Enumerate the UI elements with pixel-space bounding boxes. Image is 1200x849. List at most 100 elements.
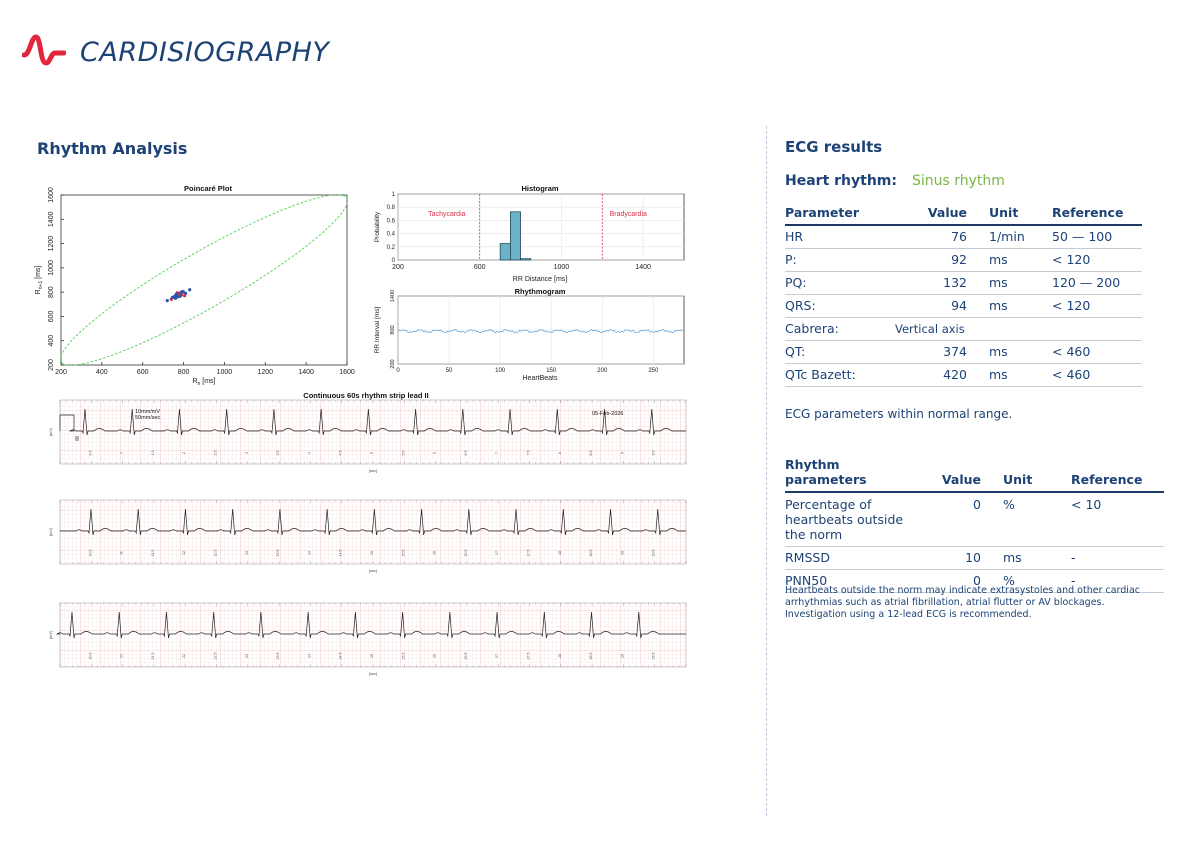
ecg-time-tick-label: 8.5 [589, 451, 593, 456]
poincare-plot: Poincaré Plot 200200 400 400 600 600 800 800 10… [35, 184, 355, 387]
rhythmogram-xtick-label: 100 [495, 368, 506, 374]
poincare-ytick-label: 600 [48, 310, 55, 322]
ecg-time-tick-label: 28.5 [589, 653, 593, 660]
table-row: P: 92 ms < 120 [785, 248, 1142, 272]
histogram-chart: Histogram 200 600 1000 140000.20.40.60.81 T… [374, 184, 685, 283]
ecg-time-tick-label: 6.5 [464, 451, 468, 456]
ecg-time-tick-label: 1 [120, 452, 124, 454]
rhythmogram-title: Rhythmogram [515, 287, 566, 296]
poincare-point [170, 296, 174, 300]
ecg-time-tick-label: 18.5 [589, 550, 593, 557]
table-header-row: Parameter Value Unit Reference [785, 201, 1142, 226]
ecg-time-tick-label: 28 [558, 654, 562, 658]
ecg-unit-y: [mV] [49, 428, 53, 436]
rhythmogram-xtick-label: 50 [446, 368, 453, 374]
ecg-time-tick-label: 11.5 [151, 550, 155, 557]
ecg-time-tick-label: 13 [245, 551, 249, 555]
rhythmogram-ytick-label: 200 [390, 359, 396, 368]
ecg-time-tick-label: 27 [495, 654, 499, 658]
ecg-time-tick-label: 9.5 [652, 451, 656, 456]
histogram-title: Histogram [521, 184, 558, 193]
bradycardia-label: Bradycardia [610, 211, 647, 218]
poincare-ytick-label: 400 [48, 335, 55, 347]
poincare-point [165, 299, 169, 303]
rhythmogram-xlabel: HeartBeats [522, 375, 558, 382]
poincare-ytick-label: 1200 [48, 236, 55, 252]
ecg-time-tick-label: 11 [120, 551, 124, 555]
ecg-time-tick-label: 17.5 [527, 550, 531, 557]
normal-range-note: ECG parameters within normal range. [785, 407, 1013, 421]
ecg-time-tick-label: 20.5 [88, 653, 92, 660]
ecg-unit-y: [mV] [49, 528, 53, 536]
ecg-unit-x: [sec] [369, 569, 377, 573]
header-value: Value [895, 201, 967, 226]
ecg-time-tick-label: 4 [307, 452, 311, 454]
rhythmogram-ytick-label: 1400 [390, 290, 396, 302]
header-unit: Unit [981, 457, 1071, 493]
table-row: QRS: 94 ms < 120 [785, 294, 1142, 318]
poincare-ylabel: Rn+1 [ms] [35, 266, 44, 295]
table-header-row: Rhythm parameters Value Unit Reference [785, 457, 1164, 493]
histogram-xtick-label: 200 [392, 264, 404, 271]
ecg-time-tick-label: 24.5 [339, 653, 343, 660]
ecg-time-tick-label: 26 [433, 654, 437, 658]
histogram-xtick-label: 1400 [635, 264, 651, 271]
rhythmogram-xtick-label: 250 [648, 368, 659, 374]
ecg-time-tick-label: 29 [620, 654, 624, 658]
ecg-time-tick-label: 8 [558, 452, 562, 454]
poincare-xtick-label: 1000 [217, 369, 233, 376]
ecg-time-tick-label: 15.5 [401, 550, 405, 557]
rhythm-analysis-title: Rhythm Analysis [37, 139, 188, 158]
ecg-time-tick-label: 16.5 [464, 550, 468, 557]
histogram-ylabel: Probability [374, 211, 381, 242]
ecg-strip: 10.5 11 11.5 12 12.5 13 13.5 14 14.5 15 15.5 16 16.5… [49, 499, 687, 573]
ecg-rhythm-strips: Continuous 60s rhythm strip lead II 0.5 1… [49, 391, 687, 676]
poincare-xtick-label: 400 [96, 369, 108, 376]
ecg-results-title: ECG results [785, 138, 883, 156]
poincare-point [182, 294, 187, 298]
poincare-ytick-label: 200 [48, 359, 55, 371]
ecg-time-tick-label: 16 [433, 551, 437, 555]
poincare-ytick-label: 1600 [48, 187, 55, 203]
ecg-time-tick-label: 12.5 [214, 550, 218, 557]
poincare-title: Poincaré Plot [184, 184, 232, 193]
cabrera-value: Vertical axis [895, 317, 1142, 341]
histogram-xtick-label: 1000 [554, 264, 570, 271]
ecg-time-tick-label: 27.5 [527, 653, 531, 660]
tachycardia-label: Tachycardia [428, 211, 465, 218]
ecg-time-tick-label: 9 [620, 452, 624, 454]
ecg-time-tick-label: 29.5 [652, 653, 656, 660]
poincare-point [174, 292, 179, 296]
ecg-time-tick-label: 6 [433, 452, 437, 454]
rhythmogram-xtick-label: 200 [597, 368, 608, 374]
ecg-time-tick-label: 25.5 [401, 653, 405, 660]
ecg-lead-label: II [75, 436, 79, 443]
ecg-time-tick-label: 2 [182, 452, 186, 454]
poincare-point [188, 288, 192, 292]
histogram-bar [510, 211, 521, 261]
ecg-time-tick-label: 21 [120, 654, 124, 658]
histogram-ytick-label: 0.4 [387, 232, 396, 238]
ecg-unit-x: [sec] [369, 672, 377, 676]
poincare-xtick-label: 1600 [339, 369, 355, 376]
ecg-speed-label: 50mm/sec [135, 415, 161, 421]
ecg-time-tick-label: 7 [495, 452, 499, 454]
poincare-xlabel: Rn [ms] [192, 378, 215, 387]
table-row: RMSSD 10 ms - [785, 546, 1164, 570]
ecg-unit-x: [sec] [369, 469, 377, 473]
ecg-time-tick-label: 22.5 [214, 653, 218, 660]
poincare-xtick-label: 600 [137, 369, 149, 376]
poincare-xtick-label: 200 [55, 369, 67, 376]
ecg-time-tick-label: 25 [370, 654, 374, 658]
arrhythmia-footnote: Heartbeats outside the norm may indicate… [785, 585, 1140, 620]
rhythm-parameters-table: Rhythm parameters Value Unit Reference P… [785, 457, 1164, 593]
rhythmogram-xtick-label: 150 [546, 368, 557, 374]
heart-rhythm-label: Heart rhythm: [785, 173, 897, 189]
ecg-time-tick-label: 15 [370, 551, 374, 555]
histogram-bar [499, 243, 511, 261]
rhythmogram-ytick-label: 800 [390, 325, 396, 334]
ecg-strip: 20.5 21 21.5 22 22.5 23 23.5 24 24.5 25 25.5 26 26.5… [49, 602, 687, 676]
rhythmogram-xtick-label: 0 [396, 368, 400, 374]
poincare-ytick-label: 1000 [48, 260, 55, 276]
ecg-time-tick-label: 17 [495, 551, 499, 555]
